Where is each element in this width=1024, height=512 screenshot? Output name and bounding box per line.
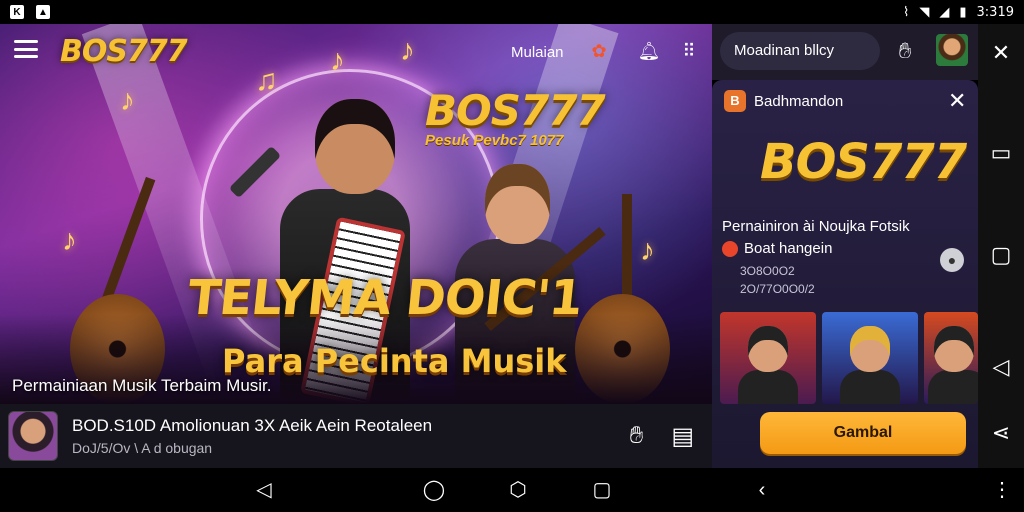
menu-button[interactable] — [14, 40, 38, 58]
bell-icon[interactable]: 🔔︎ — [636, 38, 662, 64]
recents-icon[interactable]: ▭ — [988, 140, 1014, 166]
close-icon[interactable]: ✕ — [948, 88, 966, 114]
hand-icon[interactable]: ✋︎ — [892, 38, 918, 64]
back-icon[interactable]: ◁ — [988, 354, 1014, 380]
battery-icon: ▮ — [959, 4, 967, 20]
back-icon[interactable]: ◁ — [252, 478, 276, 502]
side-rail: ✕ ▭ ▢ ◁ ⋖ — [978, 24, 1024, 468]
developer-name[interactable]: Boat hangein — [744, 240, 832, 257]
share-icon[interactable]: ⋖ — [988, 420, 1014, 446]
screenshot-thumbnail[interactable] — [822, 312, 918, 404]
guitarist-head — [485, 164, 550, 244]
panel-header: Badhmandon — [754, 92, 844, 110]
more-vertical-icon[interactable]: ⋮ — [990, 478, 1014, 502]
music-note-icon: ♫ — [255, 64, 278, 97]
chat-icon[interactable]: ● — [940, 248, 964, 272]
vibrate-icon: ⌇ — [903, 4, 910, 20]
wifi-icon: ◥ — [919, 4, 930, 20]
developer-icon — [722, 240, 738, 257]
assistant-icon[interactable]: ⬡ — [506, 478, 530, 502]
app-thumbnail[interactable] — [8, 411, 58, 461]
panel-description: Pernainiron ài Noujka Fotsik — [722, 218, 910, 235]
meta-line: 2O/77O0O0/2 — [740, 282, 815, 296]
chevron-left-icon[interactable]: ‹ — [750, 478, 774, 502]
top-link[interactable]: Mulaian — [511, 44, 564, 61]
banner-caption: Permainiaan Musik Terbaim Musir. — [12, 376, 272, 395]
hero-banner[interactable]: ♪ ♫ ♪ ♪ ♪ ♪ BOS777 Mulaian ✿ 🔔︎ ⠿ BOS777… — [0, 24, 712, 404]
app-detail-panel: B Badhmandon ✕ BOS777 Pernainiron ài Nou… — [712, 80, 978, 468]
clock: 3:319 — [976, 4, 1014, 20]
app-subtitle: DoJ/5/Ov \ A d obugan — [72, 440, 213, 456]
screenshot-thumbnail[interactable] — [924, 312, 978, 404]
status-bar: K ▲ ⌇ ◥ ◢ ▮ 3:319 — [0, 0, 1024, 24]
music-note-icon: ♪ — [400, 34, 415, 67]
music-note-icon: ♪ — [330, 44, 345, 77]
app-title: BOD.S10D Amolionuan 3X Aeik Aein Reotale… — [72, 416, 433, 435]
screenshot-thumbnail[interactable] — [720, 312, 816, 404]
install-button[interactable]: Gambal — [760, 412, 966, 454]
signal-icon: ◢ — [939, 4, 950, 20]
game-controller-icon[interactable]: ✿ — [586, 38, 612, 64]
music-note-icon: ♪ — [62, 224, 77, 257]
app-logo: BOS777 — [60, 34, 188, 69]
home-icon[interactable]: ◯ — [422, 478, 446, 502]
app-bar[interactable]: BOD.S10D Amolionuan 3X Aeik Aein Reotale… — [0, 404, 712, 468]
hand-icon[interactable]: ✋︎ — [630, 422, 644, 451]
recents-icon[interactable]: ▢ — [590, 478, 614, 502]
banner-headline: TELYMA DOIC'1 — [185, 270, 585, 326]
right-toolbar: Moadinan bllcy ✋︎ — [712, 24, 978, 80]
avatar[interactable] — [936, 34, 968, 66]
home-icon[interactable]: ▢ — [988, 242, 1014, 268]
briefcase-icon[interactable]: ▤ — [671, 422, 694, 451]
screenshot-strip[interactable] — [720, 312, 978, 404]
panel-meta: 3O8O0O2 2O/77O0O0/2 — [740, 262, 815, 298]
panel-logo: BOS777 — [760, 134, 967, 190]
banner-brand: BOS777 — [425, 86, 606, 135]
navigation-bar: ◁ ◯ ⬡ ▢ ‹ ⋮ — [0, 468, 1024, 512]
close-icon[interactable]: ✕ — [988, 40, 1014, 66]
more-dots-icon[interactable]: ⠿ — [676, 38, 702, 64]
search-field[interactable]: Moadinan bllcy — [720, 32, 880, 70]
app-k-icon: K — [10, 5, 24, 19]
meta-line: 3O8O0O2 — [740, 264, 795, 278]
app-info: BOD.S10D Amolionuan 3X Aeik Aein Reotale… — [72, 416, 432, 456]
music-note-icon: ♪ — [120, 84, 135, 117]
singer-head — [315, 99, 395, 194]
app-image-icon: ▲ — [36, 5, 50, 19]
app-icon: B — [724, 90, 746, 112]
banner-brand-subtitle: Pesuk Pevbc7 1077 — [425, 132, 564, 149]
music-note-icon: ♪ — [640, 234, 655, 267]
banner-subheadline: Para Pecinta Musik — [222, 342, 567, 380]
